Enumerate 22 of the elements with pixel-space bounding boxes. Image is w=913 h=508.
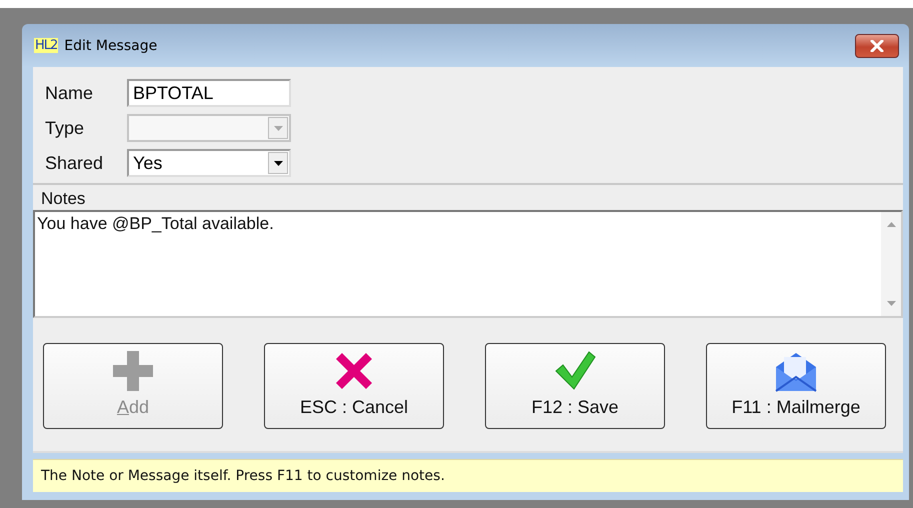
dropdown-field[interactable]: Yes — [127, 149, 291, 177]
field-label: Type — [45, 118, 86, 138]
plus-icon — [111, 348, 155, 392]
action-button[interactable]: F12 : Save — [485, 342, 665, 428]
scrollbar[interactable] — [881, 212, 901, 316]
window-title: Edit Message — [64, 38, 158, 54]
scroll-down-icon[interactable] — [886, 301, 896, 306]
check-icon — [553, 348, 597, 392]
notes-textarea[interactable]: You have @BP_Total available. — [33, 210, 903, 318]
field-label: Name — [45, 82, 94, 104]
status-bar: The Note or Message itself. Press F11 to customize notes. — [33, 459, 903, 492]
dropdown-arrow-icon — [274, 126, 282, 130]
dropdown-arrow-icon — [274, 160, 282, 166]
scroll-up-icon[interactable] — [886, 222, 896, 227]
action-button[interactable]: ESC : Cancel — [264, 342, 444, 428]
field-label: Shared — [45, 152, 104, 174]
action-button[interactable]: F11 : Mailmerge — [706, 342, 886, 428]
close-button[interactable] — [855, 34, 899, 58]
notes-label: Notes — [41, 189, 86, 208]
close-icon — [869, 40, 885, 52]
name-field[interactable]: BPTOTAL — [127, 79, 291, 107]
app-logo: HL2 — [34, 38, 58, 53]
